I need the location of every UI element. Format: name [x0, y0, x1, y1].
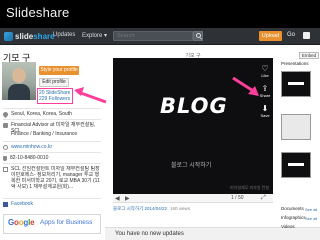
edit-profile-button[interactable]: Edit profile	[39, 78, 69, 87]
infographics-heading: Infographics	[281, 215, 306, 220]
highlight-box	[37, 88, 73, 104]
updates-text: You have no new updates	[115, 231, 184, 237]
divider	[3, 119, 101, 120]
slide-frame: Slideshare slideshare Updates Explore ▾ …	[0, 0, 320, 240]
location-text: Seoul, Korea, Korea, South	[11, 111, 72, 117]
user-menu-icon[interactable]	[303, 32, 310, 39]
heart-icon: ♡	[261, 64, 269, 73]
videos-heading: Videos	[281, 224, 295, 229]
presentation-thumbnail[interactable]	[281, 71, 311, 97]
previous-slide-icon[interactable]: ◀	[115, 195, 120, 202]
phone-text: 82-10-8480-0010	[10, 155, 49, 161]
about-text: SCL 선임컨설턴트 미자일 재무컨설팅 팀장 이민호에스- 정보처리기, ma…	[11, 166, 100, 190]
pink-arrow-icon	[232, 76, 259, 96]
presentation-thumbnail[interactable]	[281, 152, 311, 178]
industry-row: Finance / Banking / Insurance	[3, 131, 103, 137]
style-profile-button[interactable]: Style your profile	[39, 66, 79, 75]
fullscreen-icon[interactable]: ⤢	[261, 195, 266, 202]
document-icon	[3, 166, 8, 172]
upload-button[interactable]: Upload	[259, 31, 282, 41]
logo-text-slide: slide	[15, 32, 34, 41]
facebook-link[interactable]: Facebook	[11, 201, 33, 207]
presentations-heading: Presentations	[281, 61, 309, 66]
divider	[3, 152, 101, 153]
save-label: Save	[260, 113, 270, 118]
page-indicator: 1 / 50	[231, 195, 244, 201]
views-count: 160 views	[170, 206, 191, 211]
pink-arrow-icon	[74, 87, 107, 104]
location-pin-icon	[1, 110, 10, 118]
nav-updates[interactable]: Updates	[53, 32, 75, 38]
slide-main-text: BLOG	[160, 94, 228, 118]
search-input[interactable]	[113, 31, 193, 41]
divider	[3, 141, 101, 142]
location-row: Seoul, Korea, Korea, South	[1, 110, 103, 118]
like-label: Like	[261, 73, 269, 78]
globe-icon	[3, 144, 8, 150]
industry-spacer	[3, 132, 8, 137]
divider	[3, 163, 101, 164]
phone-icon	[3, 155, 7, 161]
browser-window: slideshare Updates Explore ▾ Upload Go 기…	[0, 28, 320, 240]
avatar[interactable]	[2, 62, 36, 100]
embed-button[interactable]: Embed	[299, 52, 319, 59]
slide-caption: 블로그 시작하기	[171, 163, 212, 169]
slideshare-logo-icon	[4, 32, 13, 41]
slide-viewer[interactable]: BLOG 블로그 시작하기 미자일재무 미자일 컨설 ♡ Like ⇪ Share …	[113, 58, 273, 194]
industry-text: Finance / Banking / Insurance	[11, 131, 78, 137]
documents-heading: Documents	[281, 206, 304, 211]
share-label: Share	[259, 93, 271, 98]
apps-for-business-text: Apps for Business	[40, 219, 93, 226]
google-letter: e	[30, 218, 35, 227]
next-slide-icon[interactable]: ▶	[125, 195, 130, 202]
slide-controls: ◀ ▶ 1 / 50 ⤢	[113, 194, 273, 203]
slide-meta: 블로그 시작하기 2014/04/22 160 views	[113, 206, 190, 212]
slide-heading: Slideshare	[6, 5, 70, 20]
top-navigation-bar: slideshare Updates Explore ▾ Upload Go	[0, 28, 320, 45]
see-all-link[interactable]: See all	[305, 207, 317, 212]
phone-row: 82-10-8480-0010	[3, 155, 103, 161]
website-row[interactable]: www.minhow.co.kr	[3, 144, 103, 150]
briefcase-icon	[3, 122, 8, 128]
google-logo-text: Google	[8, 218, 35, 227]
about-row: SCL 선임컨설턴트 미자일 재무컨설팅 팀장 이민호에스- 정보처리기, ma…	[3, 166, 103, 196]
see-all-link[interactable]: See all	[305, 216, 317, 221]
slideshare-logo[interactable]: slideshare	[4, 31, 55, 42]
logo-text-share: share	[33, 32, 55, 41]
presentation-thumbnail[interactable]	[281, 114, 311, 140]
download-icon: ⬇	[261, 104, 269, 113]
divider	[3, 198, 101, 199]
go-link[interactable]: Go	[287, 32, 295, 38]
meta-date-link[interactable]: 블로그 시작하기 2014/04/22	[113, 206, 167, 211]
facebook-icon	[3, 201, 8, 207]
search-icon[interactable]	[193, 31, 203, 41]
logo-text: slideshare	[15, 32, 55, 41]
nav-explore-dropdown[interactable]: Explore ▾	[82, 32, 107, 39]
save-button[interactable]: ⬇ Save	[259, 104, 271, 118]
google-apps-ad[interactable]: Google Apps for Business	[3, 214, 101, 234]
facebook-row[interactable]: Facebook	[3, 201, 103, 207]
divider	[3, 108, 101, 109]
website-link[interactable]: www.minhow.co.kr	[11, 144, 52, 150]
